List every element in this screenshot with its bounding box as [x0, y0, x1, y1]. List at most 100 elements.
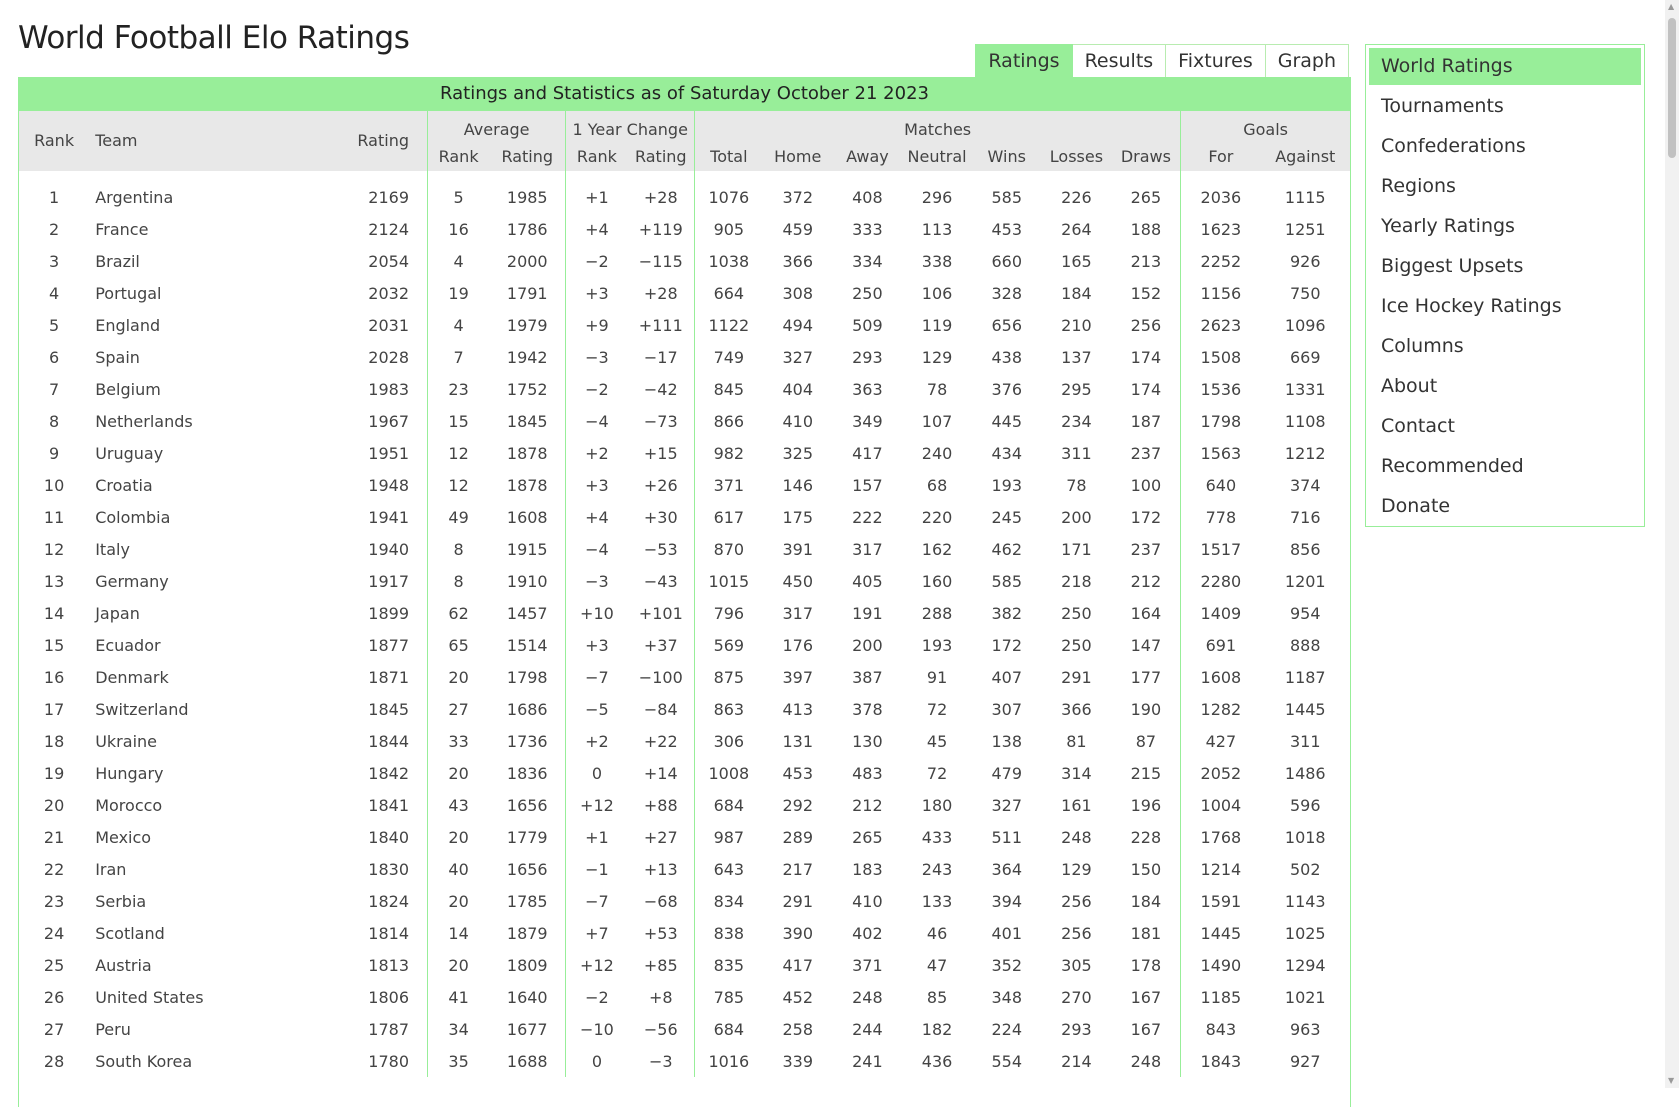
cell-team[interactable]: Mexico: [89, 821, 323, 853]
cell-home: 417: [782, 955, 813, 975]
cell-team[interactable]: England: [89, 309, 323, 341]
tab-fixtures[interactable]: Fixtures: [1166, 44, 1266, 77]
table-row: 5 England 2031 4 1979 +9 +111 1122 494 509 119 656 2…: [19, 309, 1350, 341]
cell-rating: 2054: [368, 251, 409, 271]
cell-rank: 1: [49, 187, 60, 207]
header-draws[interactable]: Draws: [1112, 141, 1181, 171]
header-avg-rating[interactable]: Rating: [489, 141, 566, 171]
cell-team[interactable]: Denmark: [89, 661, 323, 693]
cell-total: 987: [694, 821, 763, 853]
cell-team[interactable]: Peru: [89, 1013, 323, 1045]
sidebar-item-donate[interactable]: Donate: [1369, 488, 1641, 525]
cell-draws: 265: [1130, 187, 1162, 207]
cell-chg-rating: +15: [643, 443, 678, 463]
header-losses[interactable]: Losses: [1041, 141, 1111, 171]
cell-team[interactable]: Morocco: [89, 789, 323, 821]
sidebar-item-contact[interactable]: Contact: [1369, 408, 1641, 445]
sidebar-item-regions[interactable]: Regions: [1369, 168, 1641, 205]
cell-team[interactable]: Argentina: [89, 181, 323, 213]
cell-team[interactable]: Iran: [89, 853, 323, 885]
header-neutral[interactable]: Neutral: [902, 141, 972, 171]
sidebar-item-confederations[interactable]: Confederations: [1369, 128, 1641, 165]
scroll-down-icon[interactable]: ▼: [1668, 1076, 1674, 1086]
cell-draws: 150: [1130, 859, 1162, 879]
page-scrollbar[interactable]: ▲ ▼: [1665, 0, 1679, 1088]
header-total[interactable]: Total: [694, 141, 763, 171]
header-wins[interactable]: Wins: [972, 141, 1041, 171]
cell-team[interactable]: Netherlands: [89, 405, 323, 437]
cell-team[interactable]: France: [89, 213, 323, 245]
cell-goals-for: 1517: [1180, 533, 1261, 565]
cell-team[interactable]: Croatia: [89, 469, 323, 501]
sidebar-item-biggest-upsets[interactable]: Biggest Upsets: [1369, 248, 1641, 285]
cell-goals-against: 954: [1289, 603, 1321, 623]
sidebar-nav: World Ratings Tournaments Confederations Re…: [1365, 44, 1645, 527]
sidebar-item-tournaments[interactable]: Tournaments: [1369, 88, 1641, 125]
cell-rating: 1841: [368, 795, 409, 815]
cell-home: 327: [782, 347, 813, 367]
cell-neutral: 91: [926, 667, 948, 687]
cell-draws: 164: [1130, 603, 1162, 623]
cell-team[interactable]: Austria: [89, 949, 323, 981]
header-goals-for[interactable]: For: [1180, 141, 1261, 171]
cell-draws: 228: [1130, 827, 1162, 847]
cell-rank: 14: [43, 603, 65, 623]
header-chg-rank[interactable]: Rank: [565, 141, 628, 171]
cell-losses: 314: [1061, 763, 1092, 783]
header-away[interactable]: Away: [833, 141, 902, 171]
scrollbar-thumb[interactable]: [1668, 18, 1676, 158]
cell-team[interactable]: Portugal: [89, 277, 323, 309]
tab-results[interactable]: Results: [1072, 44, 1167, 77]
cell-rating: 1948: [368, 475, 409, 495]
cell-losses: 291: [1061, 667, 1092, 687]
cell-team[interactable]: Uruguay: [89, 437, 323, 469]
cell-team[interactable]: Spain: [89, 341, 323, 373]
cell-avg-rating: 1979: [506, 315, 548, 335]
cell-chg-rank: −2: [565, 373, 628, 405]
cell-team[interactable]: United States: [89, 981, 323, 1013]
header-team[interactable]: Team: [89, 111, 323, 171]
cell-team[interactable]: Scotland: [89, 917, 323, 949]
sidebar-item-ice-hockey-ratings[interactable]: Ice Hockey Ratings: [1369, 288, 1641, 325]
sidebar-item-world-ratings[interactable]: World Ratings: [1369, 48, 1641, 85]
cell-chg-rank: +12: [565, 789, 628, 821]
cell-team[interactable]: Colombia: [89, 501, 323, 533]
table-row: 11 Colombia 1941 49 1608 +4 +30 617 175 222 220 245…: [19, 501, 1350, 533]
sidebar-item-columns[interactable]: Columns: [1369, 328, 1641, 365]
cell-team[interactable]: South Korea: [89, 1045, 323, 1077]
cell-team[interactable]: Japan: [89, 597, 323, 629]
cell-avg-rating: 1878: [506, 443, 548, 463]
cell-goals-for: 2036: [1180, 181, 1261, 213]
header-goals-against[interactable]: Against: [1261, 141, 1350, 171]
scroll-up-icon[interactable]: ▲: [1668, 2, 1674, 12]
cell-neutral: 182: [921, 1019, 953, 1039]
cell-home: 494: [782, 315, 813, 335]
cell-team[interactable]: Italy: [89, 533, 323, 565]
sidebar-item-yearly-ratings[interactable]: Yearly Ratings: [1369, 208, 1641, 245]
cell-goals-against: 1201: [1284, 571, 1326, 591]
header-chg-rating[interactable]: Rating: [628, 141, 695, 171]
cell-team[interactable]: Ukraine: [89, 725, 323, 757]
cell-rating: 2124: [368, 219, 409, 239]
header-rank[interactable]: Rank: [19, 111, 89, 171]
cell-home: 404: [782, 379, 813, 399]
header-home[interactable]: Home: [763, 141, 833, 171]
header-avg-rank[interactable]: Rank: [427, 141, 490, 171]
cell-chg-rating: +53: [643, 923, 678, 943]
cell-team[interactable]: Germany: [89, 565, 323, 597]
cell-team[interactable]: Switzerland: [89, 693, 323, 725]
header-average: Average: [426, 111, 566, 141]
cell-away: 405: [852, 571, 883, 591]
tab-ratings[interactable]: Ratings: [975, 44, 1073, 77]
cell-team[interactable]: Brazil: [89, 245, 323, 277]
header-rating[interactable]: Rating: [323, 111, 427, 171]
cell-team[interactable]: Belgium: [89, 373, 323, 405]
sidebar-item-about[interactable]: About: [1369, 368, 1641, 405]
cell-rank: 16: [43, 667, 65, 687]
tab-graph[interactable]: Graph: [1265, 44, 1349, 77]
sidebar-item-recommended[interactable]: Recommended: [1369, 448, 1641, 485]
cell-team[interactable]: Serbia: [89, 885, 323, 917]
cell-team[interactable]: Hungary: [89, 757, 323, 789]
cell-chg-rating: −17: [643, 347, 678, 367]
cell-team[interactable]: Ecuador: [89, 629, 323, 661]
